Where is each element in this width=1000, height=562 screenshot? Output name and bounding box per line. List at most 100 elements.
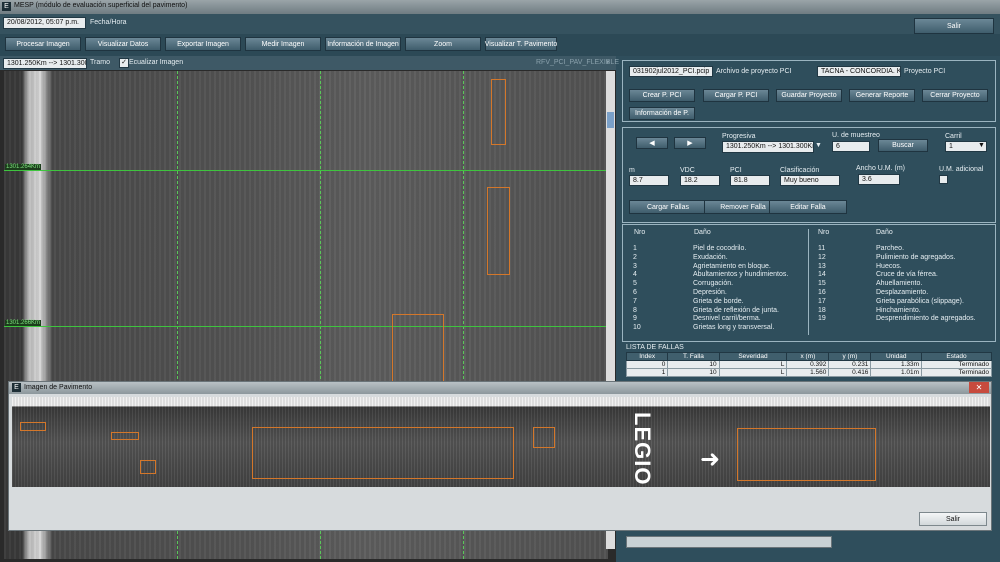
defect-box[interactable] <box>392 314 444 384</box>
faults-table-header[interactable]: y (m) <box>828 352 872 361</box>
tramo-field[interactable]: 1301.250Km --> 1301.300Km <box>3 58 87 69</box>
faults-list-title: LISTA DE FALLAS <box>626 344 684 351</box>
defect-box[interactable] <box>737 428 876 481</box>
road-marking-text: LEGIO <box>630 412 655 486</box>
chevron-down-icon[interactable]: ▼ <box>978 142 985 149</box>
muestreo-label: U. de muestreo <box>832 132 880 139</box>
pci-label: PCI <box>730 167 742 174</box>
process-image-button[interactable]: Procesar Imagen <box>5 37 81 51</box>
legend-item-label: Grietas long y transversal. <box>693 324 775 332</box>
equalize-checkbox[interactable]: ✓ <box>119 58 129 68</box>
table-cell: 1.33m <box>870 360 923 369</box>
edit-fault-button[interactable]: Editar Falla <box>769 200 847 214</box>
legend-item-number: 17 <box>818 297 826 305</box>
defect-box[interactable] <box>140 460 156 474</box>
create-project-button[interactable]: Crear P. PCI <box>629 89 695 102</box>
faults-table-header[interactable]: x (m) <box>786 352 830 361</box>
legend-item-number: 5 <box>633 280 637 288</box>
clasificacion-label: Clasificación <box>780 167 820 174</box>
legend-item-number: 4 <box>633 271 637 279</box>
date-label: Fecha/Hora <box>90 19 127 26</box>
close-project-button[interactable]: Cerrar Proyecto <box>922 89 988 102</box>
chevron-down-icon[interactable]: ▼ <box>815 142 822 149</box>
legend-item-label: Depresión. <box>693 289 727 296</box>
table-row[interactable]: 0 10 L 0.392 0.231 1.33m Terminado <box>625 360 992 369</box>
dialog-exit-button[interactable]: Salir <box>919 512 987 526</box>
adicional-label: U.M. adicional <box>939 166 984 173</box>
project-name-field[interactable]: TACNA - CONCORDIA. KM. <box>817 66 901 77</box>
distance-marker-label: 1301.266Km <box>5 320 42 326</box>
progresiva-select[interactable]: 1301.250Km --> 1301.300Km <box>722 141 814 153</box>
vdc-label: VDC <box>680 167 695 174</box>
defect-box[interactable] <box>491 79 506 145</box>
view-pavement-button[interactable]: Visualizar T. Pavimento <box>485 37 557 51</box>
table-cell: 0.392 <box>786 360 830 369</box>
dialog-title: Imagen de Pavimento <box>24 384 93 391</box>
faults-table-header[interactable]: Severidad <box>718 352 788 361</box>
adicional-checkbox[interactable] <box>939 175 948 184</box>
ancho-field[interactable]: 3.6 <box>858 174 900 185</box>
legend-item-label: Corrugación. <box>693 280 734 288</box>
ancho-label: Ancho U.M. (m) <box>856 165 906 172</box>
image-info-button[interactable]: Información de Imagen <box>325 37 401 51</box>
legend-item-number: 3 <box>633 262 637 270</box>
save-project-button[interactable]: Guardar Proyecto <box>776 89 842 102</box>
faults-table-header[interactable]: Unidad <box>870 352 923 361</box>
defect-box[interactable] <box>111 432 139 440</box>
export-image-button[interactable]: Exportar Imagen <box>165 37 241 51</box>
legend-item-label: Pulimiento de agregados. <box>876 253 956 261</box>
vdc-field: 18.2 <box>680 175 720 186</box>
legend-col-nro: Nro <box>818 229 830 236</box>
chevron-down-icon[interactable]: ▾ <box>606 58 610 66</box>
generate-report-button[interactable]: Generar Reporte <box>849 89 915 102</box>
legend-item-number: 13 <box>818 262 826 270</box>
close-icon[interactable]: ✕ <box>969 382 989 393</box>
road-arrow-icon: ➜ <box>700 446 721 473</box>
legend-item-number: 15 <box>818 280 826 288</box>
load-project-button[interactable]: Cargar P. PCI <box>703 89 769 102</box>
exit-button[interactable]: Salir <box>914 18 994 34</box>
next-button[interactable]: ▶ <box>674 137 706 149</box>
legend-item-number: 16 <box>818 289 826 296</box>
clasificacion-field: Muy bueno <box>780 175 840 186</box>
project-info-button[interactable]: Información de P. <box>629 107 695 120</box>
legend-item-label: Cruce de vía férrea. <box>876 271 938 279</box>
equalize-label: Ecualizar Imagen <box>129 59 184 66</box>
scrollbar-thumb[interactable] <box>607 112 614 128</box>
damage-legend <box>622 224 996 342</box>
previous-button[interactable]: ◀ <box>636 137 668 149</box>
table-cell: 0 <box>625 360 669 369</box>
defect-box[interactable] <box>487 187 510 275</box>
search-button[interactable]: Buscar <box>878 139 928 152</box>
faults-table[interactable]: Index T. Falla Severidad x (m) y (m) Unidad Es… <box>625 352 992 377</box>
view-data-button[interactable]: Visualizar Datos <box>85 37 161 51</box>
measure-image-button[interactable]: Medir Imagen <box>245 37 321 51</box>
faults-table-header[interactable]: Estado <box>921 352 992 361</box>
zoom-button[interactable]: Zoom <box>405 37 481 51</box>
muestreo-field[interactable]: 6 <box>832 141 870 152</box>
legend-item-label: Parcheo. <box>876 245 905 252</box>
legend-item-label: Abultamientos y hundimientos. <box>693 271 789 279</box>
faults-table-header[interactable]: T. Falla <box>667 352 720 361</box>
table-cell: 1.560 <box>786 368 830 377</box>
table-row[interactable]: 1 10 L 1.560 0.416 1.01m Terminado <box>625 368 992 377</box>
table-cell: Terminado <box>921 368 992 377</box>
horizontal-scrollbar[interactable] <box>626 536 832 548</box>
faults-table-header[interactable]: Index <box>625 352 669 361</box>
project-file-field[interactable]: 031902jul2012_PCI.pcip <box>629 66 713 77</box>
defect-box[interactable] <box>252 427 514 479</box>
table-cell: 1 <box>625 368 669 377</box>
legend-item-label: Ahuellamiento. <box>876 280 923 288</box>
legend-item-label: Hinchamiento. <box>876 306 921 314</box>
legend-item-label: Agrietamiento en bloque. <box>693 262 771 270</box>
legend-item-number: 18 <box>818 306 826 314</box>
legend-item-label: Exudación. <box>693 253 728 261</box>
legend-item-label: Grieta de reflexión de junta. <box>693 306 779 314</box>
m-label: m <box>629 167 635 174</box>
defect-box[interactable] <box>20 422 46 431</box>
legend-item-label: Grieta parabólica (slippage). <box>876 297 964 305</box>
load-faults-button[interactable]: Cargar Fallas <box>629 200 707 214</box>
dialog-title-bar <box>9 382 991 394</box>
legend-item-number: 9 <box>633 315 637 323</box>
defect-box[interactable] <box>533 427 555 448</box>
